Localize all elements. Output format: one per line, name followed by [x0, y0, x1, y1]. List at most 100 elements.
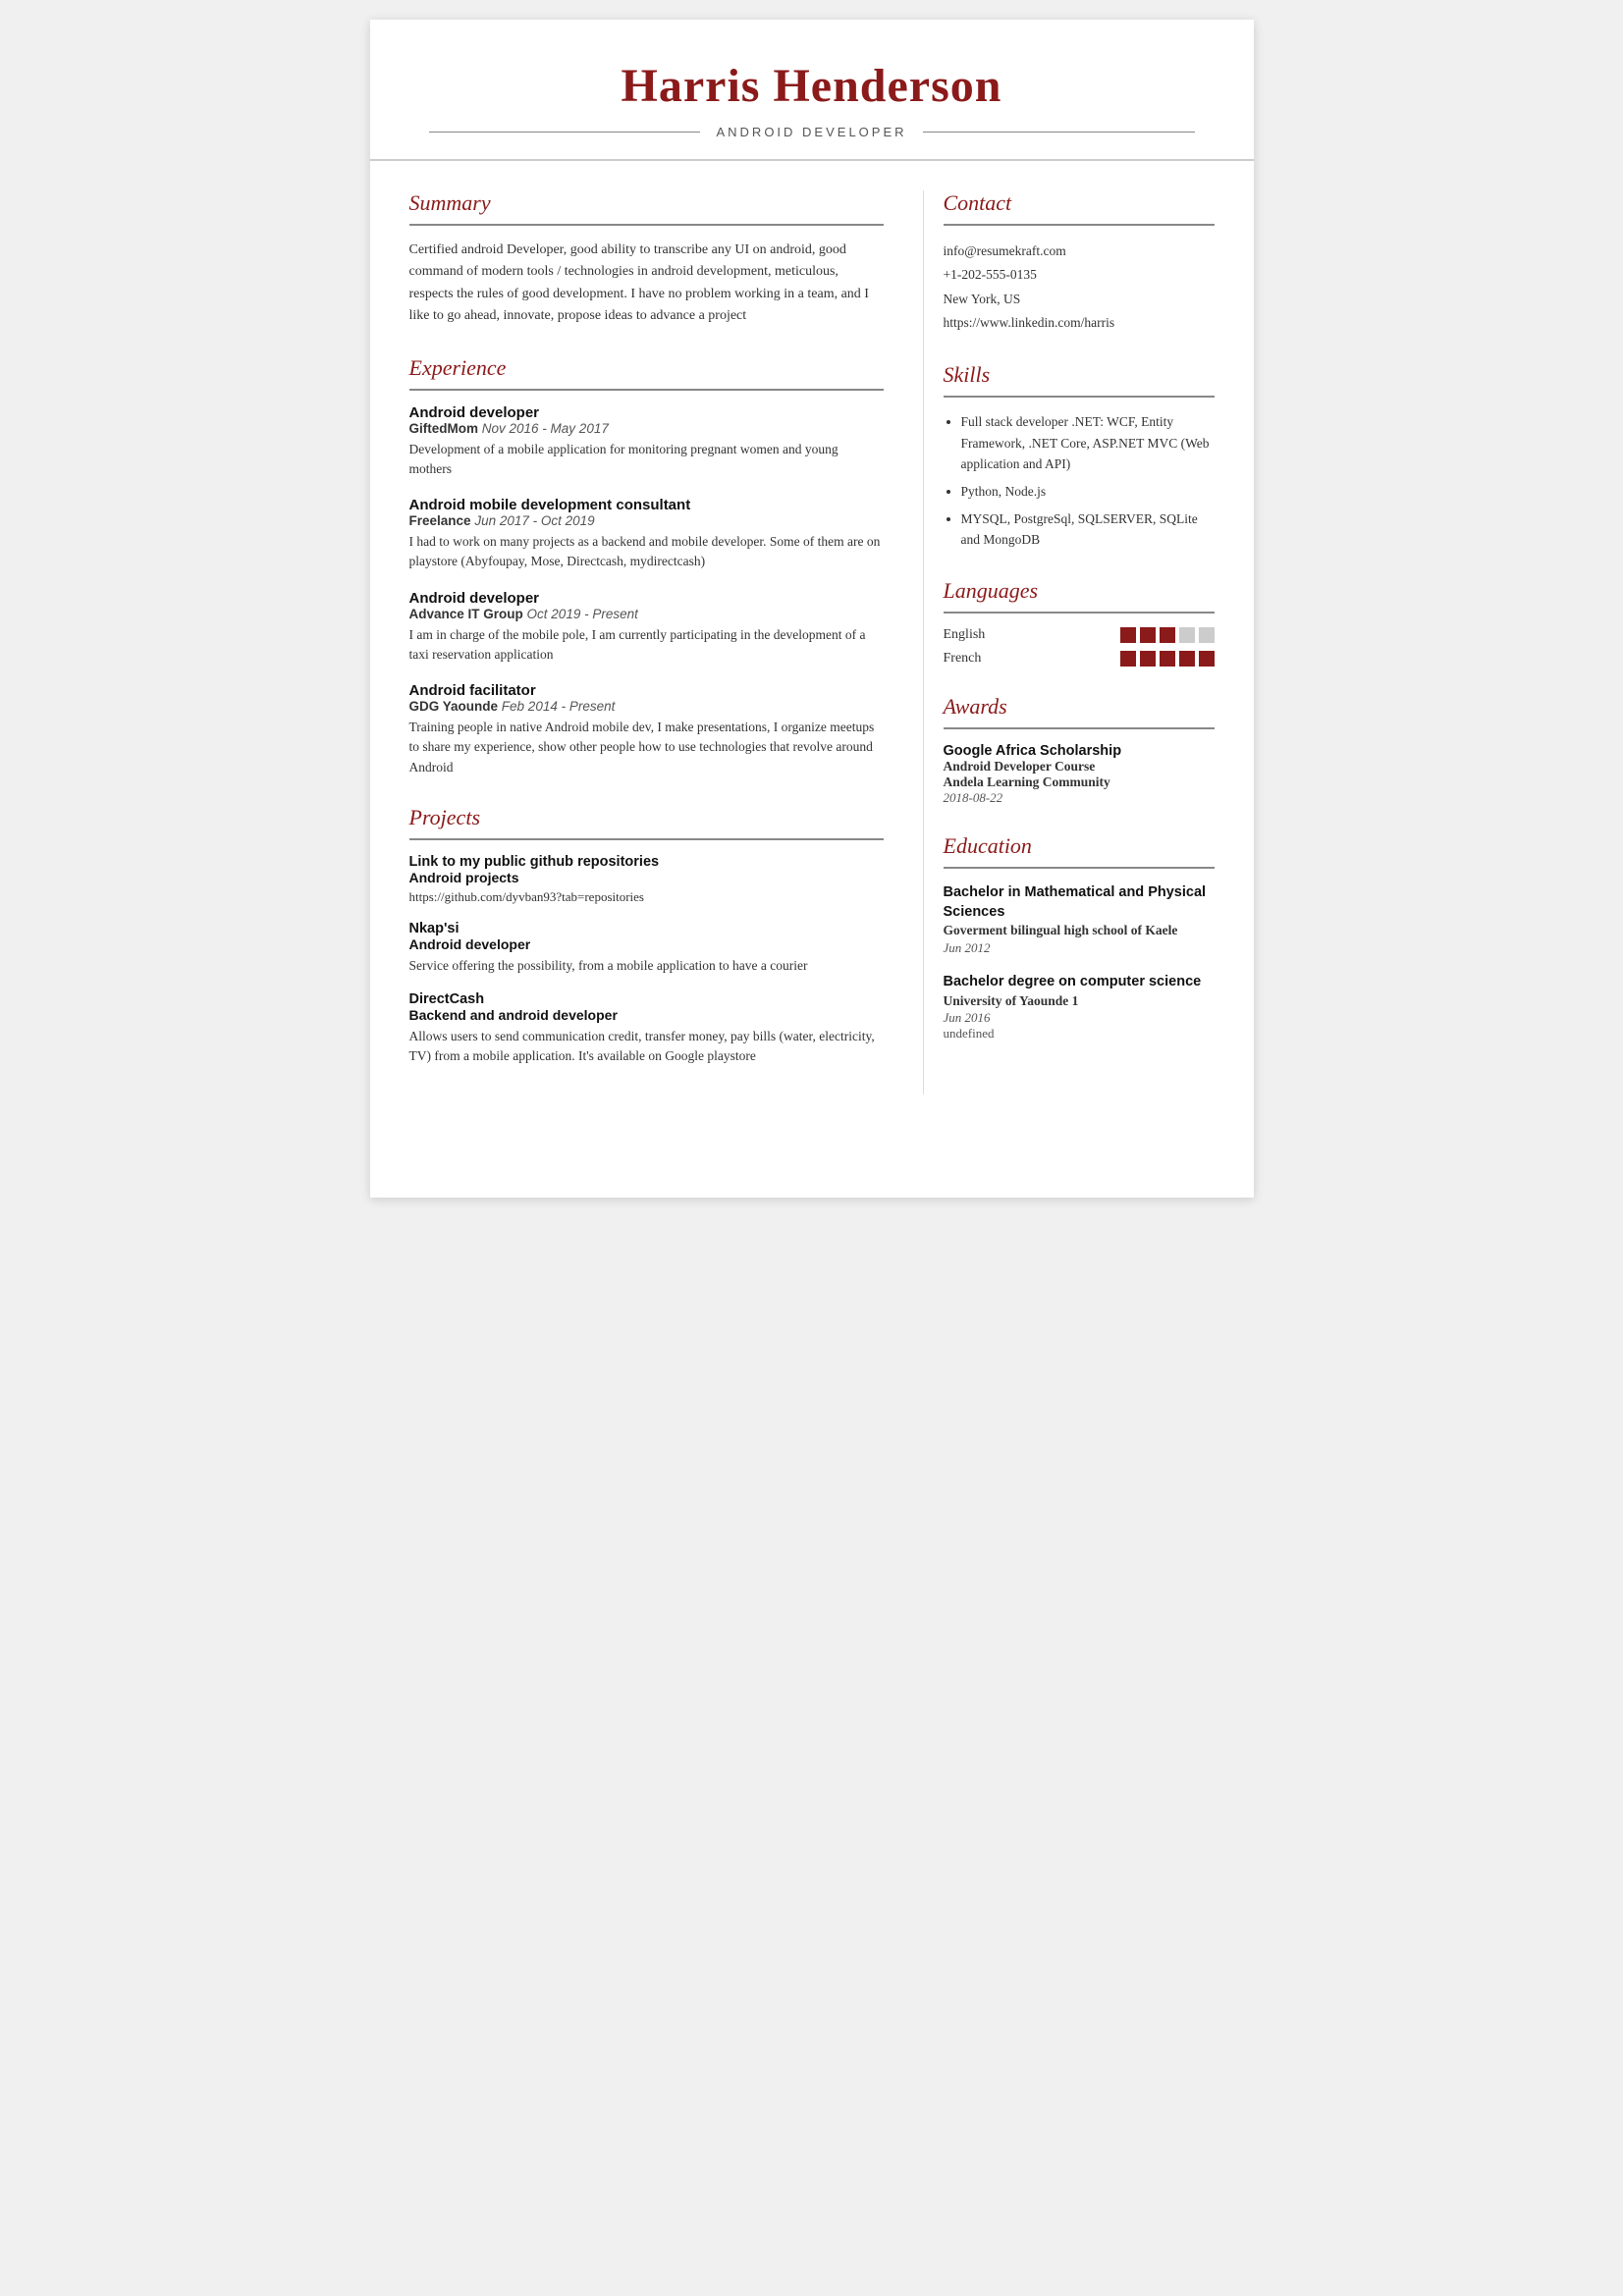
skill-item-3: MYSQL, PostgreSql, SQLSERVER, SQLite and…	[961, 508, 1215, 551]
exp-title-2: Android mobile development consultant	[409, 497, 884, 513]
skills-section: Skills Full stack developer .NET: WCF, E…	[944, 362, 1215, 551]
project-link-1[interactable]: https://github.com/dyvban93?tab=reposito…	[409, 889, 884, 905]
projects-title: Projects	[409, 805, 884, 830]
award-line3: Andela Learning Community	[944, 774, 1215, 790]
projects-section: Projects Link to my public github reposi…	[409, 805, 884, 1067]
exp-dates-3: Oct 2019 - Present	[527, 607, 638, 621]
subtitle-line: ANDROID DEVELOPER	[429, 125, 1195, 139]
project-subtitle-1: Android projects	[409, 870, 884, 885]
lang-row-french: French	[944, 651, 1215, 667]
award-line2: Android Developer Course	[944, 759, 1215, 774]
resume-container: Harris Henderson ANDROID DEVELOPER Summa…	[370, 20, 1254, 1198]
edu-item-1: Bachelor in Mathematical and Physical Sc…	[944, 882, 1215, 956]
contact-divider	[944, 224, 1215, 226]
exp-item-2: Android mobile development consultant Fr…	[409, 497, 884, 572]
contact-email: info@resumekraft.com	[944, 240, 1215, 263]
contact-title: Contact	[944, 190, 1215, 216]
contact-location: New York, US	[944, 288, 1215, 311]
project-item-1: Link to my public github repositories An…	[409, 854, 884, 905]
dot-f4	[1179, 651, 1195, 667]
project-subtitle-3: Backend and android developer	[409, 1007, 884, 1023]
awards-section: Awards Google Africa Scholarship Android…	[944, 694, 1215, 806]
dot-f3	[1160, 651, 1175, 667]
exp-title-3: Android developer	[409, 590, 884, 607]
dot-e2	[1140, 627, 1156, 643]
edu-school-1: Goverment bilingual high school of Kaele	[944, 922, 1215, 940]
edu-item-2: Bachelor degree on computer science Univ…	[944, 972, 1215, 1041]
exp-item-3: Android developer Advance IT Group Oct 2…	[409, 590, 884, 666]
header-line-right	[923, 132, 1195, 133]
exp-dates-4: Feb 2014 - Present	[502, 699, 616, 714]
exp-company-line-3: Advance IT Group Oct 2019 - Present	[409, 607, 884, 621]
header-line-left	[429, 132, 701, 133]
award-main-title: Google Africa Scholarship	[944, 743, 1215, 759]
exp-company-line-2: Freelance Jun 2017 - Oct 2019	[409, 513, 884, 528]
project-title-3: DirectCash	[409, 991, 884, 1007]
skill-item-2: Python, Node.js	[961, 481, 1215, 503]
education-divider	[944, 867, 1215, 869]
dot-e3	[1160, 627, 1175, 643]
dot-e5	[1199, 627, 1215, 643]
summary-divider	[409, 224, 884, 226]
contact-section: Contact info@resumekraft.com +1-202-555-…	[944, 190, 1215, 335]
resume-header: Harris Henderson ANDROID DEVELOPER	[370, 20, 1254, 161]
lang-french: French	[944, 651, 1022, 667]
exp-dates-1: Nov 2016 - May 2017	[482, 421, 609, 436]
exp-company-4: GDG Yaounde	[409, 699, 499, 714]
lang-dots-english	[1120, 627, 1215, 643]
left-column: Summary Certified android Developer, goo…	[409, 190, 884, 1095]
summary-section: Summary Certified android Developer, goo…	[409, 190, 884, 328]
contact-linkedin[interactable]: https://www.linkedin.com/harris	[944, 311, 1215, 335]
contact-phone: +1-202-555-0135	[944, 263, 1215, 287]
full-name: Harris Henderson	[429, 59, 1195, 113]
projects-divider	[409, 838, 884, 840]
lang-row-english: English	[944, 627, 1215, 643]
exp-company-3: Advance IT Group	[409, 607, 523, 621]
exp-company-2: Freelance	[409, 513, 471, 528]
exp-item-4: Android facilitator GDG Yaounde Feb 2014…	[409, 682, 884, 777]
languages-section: Languages English French	[944, 578, 1215, 667]
summary-text: Certified android Developer, good abilit…	[409, 240, 884, 328]
languages-divider	[944, 612, 1215, 614]
exp-desc-2: I had to work on many projects as a back…	[409, 532, 884, 572]
right-column: Contact info@resumekraft.com +1-202-555-…	[923, 190, 1215, 1095]
exp-desc-4: Training people in native Android mobile…	[409, 718, 884, 777]
project-subtitle-2: Android developer	[409, 936, 884, 952]
edu-degree-1: Bachelor in Mathematical and Physical Sc…	[944, 882, 1215, 923]
experience-title: Experience	[409, 355, 884, 381]
dot-f5	[1199, 651, 1215, 667]
exp-company-line-1: GiftedMom Nov 2016 - May 2017	[409, 421, 884, 436]
education-section: Education Bachelor in Mathematical and P…	[944, 833, 1215, 1042]
skills-divider	[944, 396, 1215, 398]
exp-desc-1: Development of a mobile application for …	[409, 440, 884, 480]
exp-item-1: Android developer GiftedMom Nov 2016 - M…	[409, 404, 884, 480]
dot-f1	[1120, 651, 1136, 667]
languages-title: Languages	[944, 578, 1215, 604]
experience-section: Experience Android developer GiftedMom N…	[409, 355, 884, 777]
edu-extra-2: undefined	[944, 1026, 1215, 1041]
dot-e1	[1120, 627, 1136, 643]
education-title: Education	[944, 833, 1215, 859]
skill-item-1: Full stack developer .NET: WCF, Entity F…	[961, 411, 1215, 475]
exp-title-4: Android facilitator	[409, 682, 884, 699]
awards-title: Awards	[944, 694, 1215, 720]
skills-list: Full stack developer .NET: WCF, Entity F…	[944, 411, 1215, 551]
edu-date-1: Jun 2012	[944, 940, 1215, 956]
project-title-2: Nkap'si	[409, 921, 884, 936]
exp-title-1: Android developer	[409, 404, 884, 421]
skills-title: Skills	[944, 362, 1215, 388]
exp-company-line-4: GDG Yaounde Feb 2014 - Present	[409, 699, 884, 714]
exp-company-1: GiftedMom	[409, 421, 479, 436]
edu-degree-2: Bachelor degree on computer science	[944, 972, 1215, 991]
exp-dates-2: Jun 2017 - Oct 2019	[474, 513, 594, 528]
project-item-2: Nkap'si Android developer Service offeri…	[409, 921, 884, 976]
resume-body: Summary Certified android Developer, goo…	[370, 161, 1254, 1124]
dot-f2	[1140, 651, 1156, 667]
edu-school-2: University of Yaounde 1	[944, 992, 1215, 1011]
project-item-3: DirectCash Backend and android developer…	[409, 991, 884, 1067]
dot-e4	[1179, 627, 1195, 643]
lang-dots-french	[1120, 651, 1215, 667]
job-title: ANDROID DEVELOPER	[716, 125, 906, 139]
awards-divider	[944, 727, 1215, 729]
edu-date-2: Jun 2016	[944, 1010, 1215, 1026]
